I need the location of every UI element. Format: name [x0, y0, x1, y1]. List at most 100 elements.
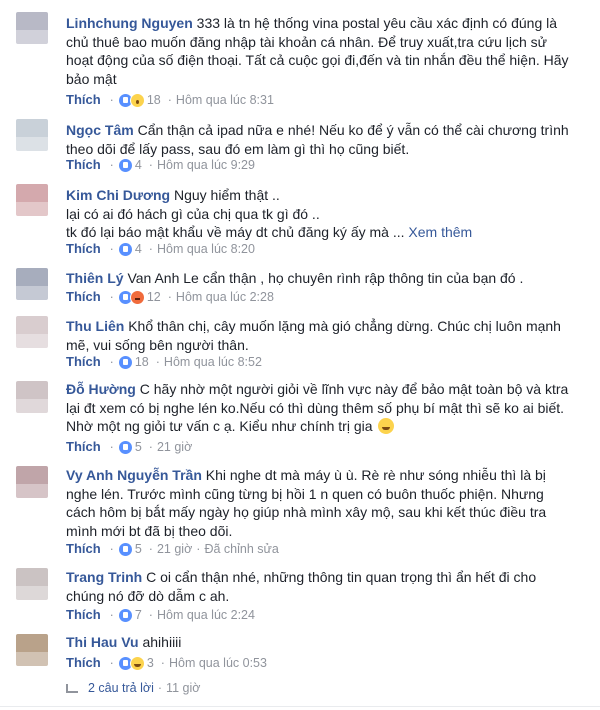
comment-timestamp[interactable]: Hôm qua lúc 9:29	[157, 157, 255, 173]
reaction-summary[interactable]: 12	[117, 289, 161, 305]
reaction-summary[interactable]: 18	[117, 92, 161, 108]
like-button[interactable]: Thích	[66, 439, 101, 455]
comment-meta: Thích · 4 · Hôm qua lúc 8:20	[66, 241, 255, 257]
separator-dot: ·	[109, 93, 114, 107]
comment-text-line: Cẩn thận cả ipad nữa e nhé! Nếu ko để ý …	[137, 122, 569, 138]
reaction-count: 3	[146, 656, 154, 670]
comment-text-line: tk đó lại báo mật khẩu về máy dt chủ đăn…	[66, 224, 405, 240]
like-button[interactable]: Thích	[66, 241, 101, 257]
separator-dot: ·	[109, 608, 114, 622]
reaction-summary[interactable]: 7	[117, 607, 142, 623]
comment-meta: Thích · 4 · Hôm qua lúc 9:29	[66, 157, 255, 173]
comment-author[interactable]: Ngọc Tâm	[66, 122, 134, 138]
reaction-count: 4	[134, 242, 142, 256]
avatar[interactable]	[16, 184, 48, 216]
separator-dot: ·	[157, 681, 163, 695]
reaction-count: 12	[146, 290, 161, 304]
like-icon	[117, 607, 133, 623]
comment-timestamp[interactable]: 21 giờ	[157, 439, 192, 455]
comment-body: Vy Anh Nguyễn Trần Khi nghe dt mà máy ù …	[66, 466, 571, 540]
reaction-summary[interactable]: 5	[117, 541, 142, 557]
comment-timestamp[interactable]: Hôm qua lúc 2:28	[176, 289, 274, 305]
comment-author[interactable]: Đỗ Hường	[66, 381, 136, 397]
avatar[interactable]	[16, 466, 48, 498]
divider	[0, 706, 600, 707]
separator-dot: ·	[167, 290, 172, 304]
reaction-count: 7	[134, 608, 142, 622]
comment-timestamp[interactable]: 21 giờ	[157, 541, 192, 557]
separator-dot: ·	[109, 158, 114, 172]
reaction-count: 5	[134, 440, 142, 454]
separator-dot: ·	[109, 242, 114, 256]
haha-icon	[129, 655, 145, 671]
reaction-summary[interactable]: 4	[117, 241, 142, 257]
separator-dot: ·	[148, 608, 153, 622]
like-button[interactable]: Thích	[66, 92, 101, 108]
reaction-summary[interactable]: 18	[117, 354, 149, 370]
comment-author[interactable]: Thiên Lý	[66, 270, 124, 286]
separator-dot: ·	[109, 440, 114, 454]
comment-meta: Thích · 18 · Hôm qua lúc 8:52	[66, 354, 262, 370]
comment-body: Thiên Lý Van Anh Le cẩn thận , họ chuyên…	[66, 269, 571, 288]
comment-body: Thu Liên Khổ thân chị, cây muốn lặng mà …	[66, 317, 571, 354]
comment-meta: Thích · 5 · 21 giờ · Đã chỉnh sửa	[66, 541, 279, 557]
comment-timestamp[interactable]: Hôm qua lúc 8:20	[157, 241, 255, 257]
edited-label[interactable]: Đã chỉnh sửa	[204, 541, 278, 557]
avatar[interactable]	[16, 634, 48, 666]
comment-timestamp[interactable]: Hôm qua lúc 8:31	[176, 92, 274, 108]
separator-dot: ·	[155, 355, 160, 369]
comment-text-line: Khổ thân chị, cây muốn lặng mà gió chẳng…	[128, 318, 561, 334]
separator-dot: ·	[148, 542, 153, 556]
reaction-summary[interactable]: 4	[117, 157, 142, 173]
comment-author[interactable]: Trang Trinh	[66, 569, 142, 585]
separator-dot: ·	[160, 656, 165, 670]
like-button[interactable]: Thích	[66, 289, 101, 305]
avatar[interactable]	[16, 12, 48, 44]
view-replies[interactable]: 2 câu trả lời · 11 giờ	[66, 681, 200, 695]
separator-dot: ·	[109, 656, 114, 670]
avatar[interactable]	[16, 568, 48, 600]
avatar[interactable]	[16, 119, 48, 151]
separator-dot: ·	[148, 158, 153, 172]
separator-dot: ·	[109, 355, 114, 369]
comment-author[interactable]: Thi Hau Vu	[66, 634, 139, 650]
comment-text-line: lại có ai đó hách gì của chị qua tk gì đ…	[66, 205, 320, 222]
like-button[interactable]: Thích	[66, 354, 101, 370]
avatar[interactable]	[16, 381, 48, 413]
comment-text-line: C hãy nhờ một người giỏi về lĩnh vực này…	[139, 381, 569, 397]
like-button[interactable]: Thích	[66, 157, 101, 173]
like-button[interactable]: Thích	[66, 541, 101, 557]
reaction-count: 5	[134, 542, 142, 556]
reply-arrow-icon	[66, 683, 78, 693]
separator-dot: ·	[148, 440, 153, 454]
grinning-emoji-icon	[378, 418, 395, 434]
comment-timestamp[interactable]: Hôm qua lúc 2:24	[157, 607, 255, 623]
like-button[interactable]: Thích	[66, 655, 101, 671]
comment-text-line: lại đt xem có bị nghe lén ko.Nếu có thì …	[66, 399, 565, 416]
comment-meta: Thích · 7 · Hôm qua lúc 2:24	[66, 607, 255, 623]
comment-body: Trang Trinh C oi cẩn thận nhé, những thô…	[66, 568, 571, 605]
replies-link[interactable]: 2 câu trả lời	[88, 681, 154, 695]
comment-author[interactable]: Kim Chi Dương	[66, 187, 170, 203]
comment-text-line: hoạt động của số điện thoại. Tất cả cuộc…	[66, 52, 569, 68]
comment-timestamp[interactable]: Hôm qua lúc 8:52	[164, 354, 262, 370]
separator-dot: ·	[109, 542, 114, 556]
avatar[interactable]	[16, 268, 48, 300]
comment-author[interactable]: Vy Anh Nguyễn Trần	[66, 467, 202, 483]
separator-dot: ·	[109, 290, 114, 304]
comment-author[interactable]: Thu Liên	[66, 318, 124, 334]
comment-author[interactable]: Linhchung Nguyen	[66, 15, 193, 31]
like-button[interactable]: Thích	[66, 607, 101, 623]
reaction-summary[interactable]: 5	[117, 439, 142, 455]
see-more-link[interactable]: Xem thêm	[408, 224, 472, 240]
comment-meta: Thích · 3 · Hôm qua lúc 0:53	[66, 655, 267, 671]
comment-text-line: mình mới bt đã bị theo dõi.	[66, 522, 233, 539]
comment-text-line: Nguy hiểm thật ..	[173, 187, 280, 203]
avatar[interactable]	[16, 316, 48, 348]
comment-body: Đỗ Hường C hãy nhờ một người giỏi về lĩn…	[66, 380, 571, 436]
reaction-summary[interactable]: 3	[117, 655, 154, 671]
comment-timestamp[interactable]: Hôm qua lúc 0:53	[169, 655, 267, 671]
replies-time: 11 giờ	[166, 681, 201, 695]
comment-body: Kim Chi Dương Nguy hiểm thật .. lại có a…	[66, 186, 571, 242]
comment-text-line: nghe lén. Trước mình cũng từng bị hồi 1 …	[66, 485, 544, 502]
